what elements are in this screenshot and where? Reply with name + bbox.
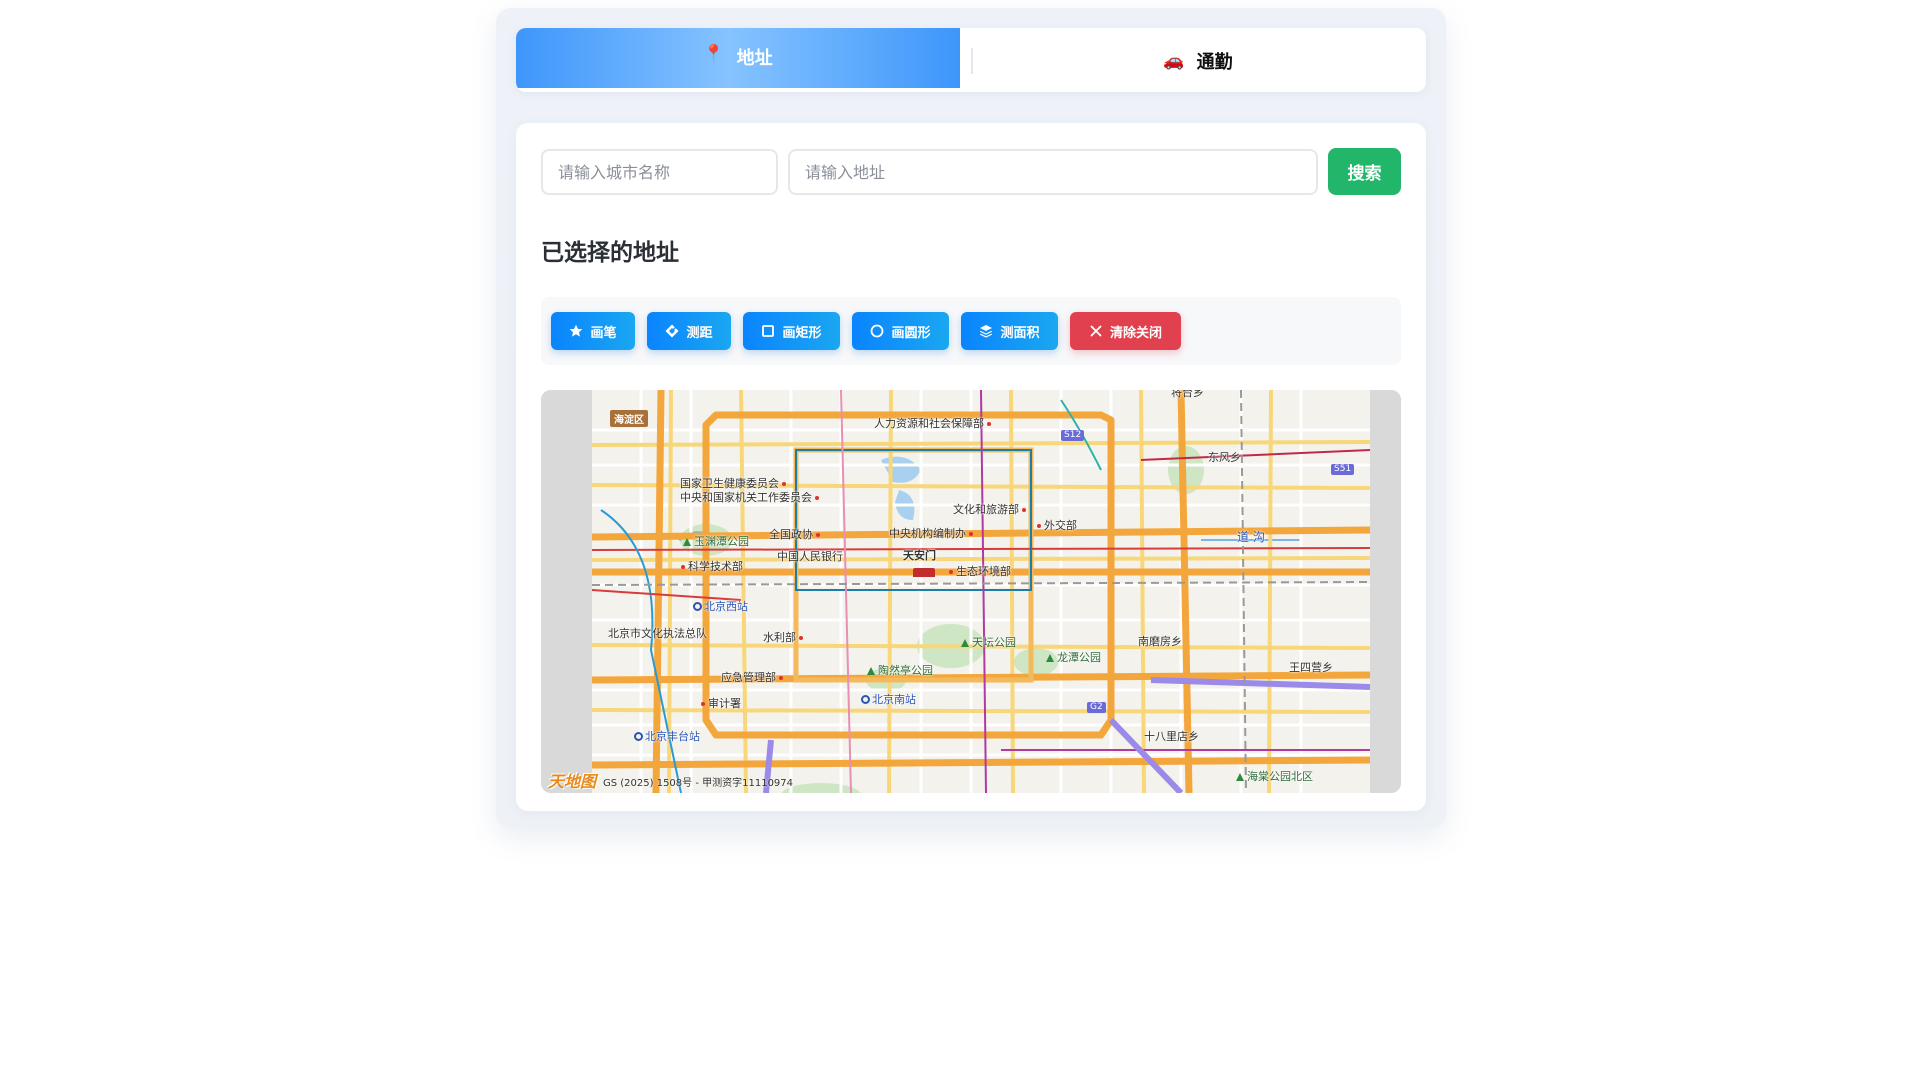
- map-label: 将台乡: [1171, 390, 1204, 399]
- measure-distance-button[interactable]: 测距: [647, 312, 731, 350]
- circle-label: 画圆形: [891, 325, 931, 341]
- tab-address-label: 地址: [736, 48, 773, 69]
- tiananmen-icon: [913, 568, 935, 577]
- star-icon: [570, 324, 583, 337]
- map-logo: 天地图: [548, 772, 597, 791]
- tab-bar: 📍 地址 🚗 通勤: [516, 28, 1426, 92]
- tab-commute-label: 通勤: [1196, 52, 1233, 73]
- address-card: 搜索 已选择的地址 画笔 测距 画矩形 画圆形 测面积: [516, 123, 1426, 811]
- map-label: 应急管理部: [721, 672, 783, 684]
- circle-icon: [871, 324, 884, 338]
- square-icon: [762, 325, 775, 337]
- map-label: 十八里店乡: [1144, 730, 1199, 743]
- map-label: 生态环境部: [949, 566, 1011, 578]
- route-badge: G2: [1087, 702, 1106, 713]
- layers-icon: [980, 325, 993, 338]
- clear-close-button[interactable]: 清除关闭: [1070, 312, 1181, 350]
- close-icon: [1090, 325, 1102, 337]
- map-label: 国家卫生健康委员会: [680, 478, 786, 490]
- map-label: 文化和旅游部: [953, 504, 1026, 516]
- map-label: 道 沟: [1237, 530, 1265, 544]
- map-label: 天安门: [903, 549, 936, 562]
- map-copyright: GS (2025) 1508号 - 甲测资字11110974: [603, 778, 794, 789]
- address-panel: 📍 地址 🚗 通勤 搜索 已选择的地址 画笔 测距 画矩形: [496, 8, 1446, 828]
- rectangle-label: 画矩形: [782, 325, 822, 341]
- draw-rectangle-button[interactable]: 画矩形: [743, 312, 840, 350]
- map-label: 北京市文化执法总队: [608, 627, 707, 640]
- map-label: 北京西站: [693, 601, 748, 613]
- car-icon: 🚗: [1163, 51, 1185, 71]
- map-toolbar: 画笔 测距 画矩形 画圆形 测面积 清除关闭: [541, 297, 1401, 365]
- map-label: 海棠公园北区: [1236, 771, 1313, 783]
- map-label: 东风乡: [1208, 451, 1241, 464]
- search-button[interactable]: 搜索: [1328, 148, 1401, 195]
- tab-commute[interactable]: 🚗 通勤: [970, 28, 1426, 92]
- brush-button[interactable]: 画笔: [551, 312, 635, 350]
- map-label: 龙潭公园: [1046, 652, 1101, 664]
- map-label: 水利部: [763, 632, 803, 644]
- distance-label: 测距: [686, 325, 713, 341]
- map-label: 中央和国家机关工作委员会: [680, 492, 819, 504]
- ruler-icon: [665, 324, 679, 338]
- map-label: 人力资源和社会保障部: [874, 418, 991, 430]
- map-label: 科学技术部: [681, 561, 743, 573]
- measure-area-button[interactable]: 测面积: [961, 312, 1058, 350]
- selected-address-title: 已选择的地址: [541, 240, 679, 266]
- map-label: 北京南站: [861, 694, 916, 706]
- area-label: 测面积: [1000, 325, 1040, 341]
- map-label: 全国政协: [769, 529, 820, 541]
- brush-label: 画笔: [590, 325, 617, 341]
- tab-address[interactable]: 📍 地址: [516, 28, 960, 88]
- address-input[interactable]: [788, 149, 1318, 195]
- clear-label: 清除关闭: [1109, 325, 1162, 341]
- route-badge: S51: [1331, 464, 1355, 475]
- map-label: 北京丰台站: [634, 731, 700, 743]
- map-label: 天坛公园: [961, 637, 1016, 649]
- route-badge: S12: [1061, 430, 1085, 441]
- map-label: 中国人民银行: [777, 550, 843, 563]
- draw-circle-button[interactable]: 画圆形: [852, 312, 949, 350]
- city-input[interactable]: [541, 149, 778, 195]
- map-view[interactable]: 海淀区 S12 S51 G2 人力资源和社会保障部 国家卫生健康委员会 中央和国…: [541, 390, 1401, 793]
- map-label: 陶然亭公园: [867, 665, 933, 677]
- map-label: 外交部: [1037, 520, 1077, 532]
- map-label: 王四营乡: [1289, 661, 1333, 674]
- district-label: 海淀区: [610, 410, 648, 427]
- map-label: 中央机构编制办: [889, 528, 973, 540]
- location-pin-icon: 📍: [703, 44, 725, 64]
- map-label: 南磨房乡: [1138, 635, 1182, 648]
- map-label: 审计署: [701, 698, 741, 710]
- map-label: 玉渊潭公园: [683, 536, 749, 548]
